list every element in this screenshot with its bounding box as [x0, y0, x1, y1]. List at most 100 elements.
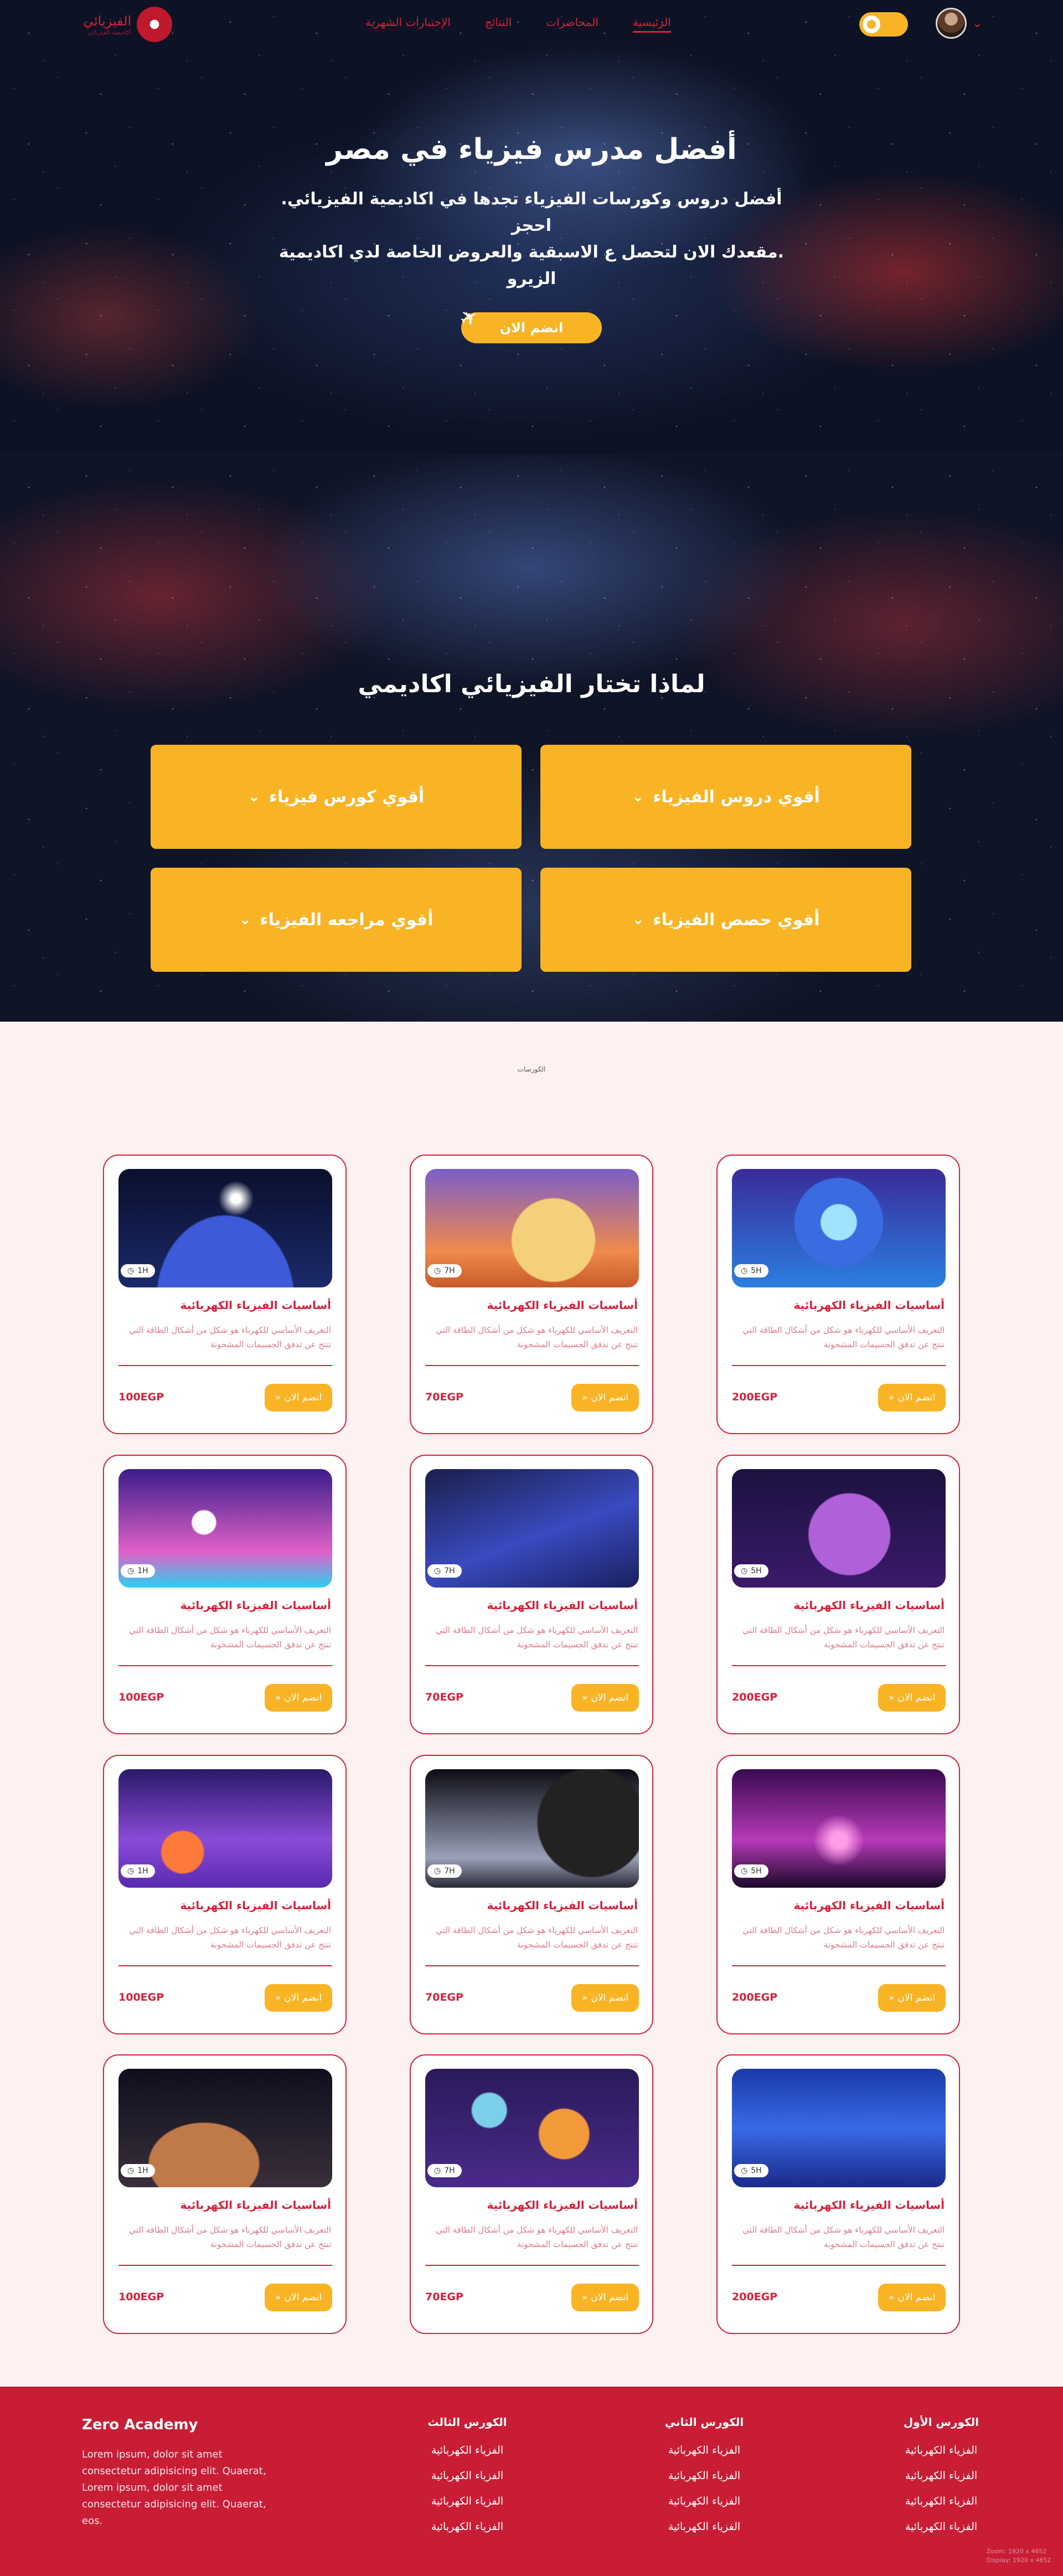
course-card[interactable]: ◷ 7H أساسيات الفيزياء الكهربائية التعريف ال…	[410, 1155, 653, 1434]
duration-text: 5H	[751, 2166, 762, 2175]
duration-text: 1H	[137, 2166, 148, 2175]
footer-link[interactable]: الفزياء الكهربائية	[886, 2521, 997, 2533]
feature-card-lessons[interactable]: أقوي دروس الفيزياء ⌄	[540, 745, 911, 849]
footer-link[interactable]: الفزياء الكهربائية	[412, 2470, 523, 2482]
course-join-button[interactable]: انضم الان «	[878, 1384, 946, 1411]
join-label: انضم الان	[591, 1692, 629, 1703]
course-card[interactable]: ◷ 5H أساسيات الفيزياء الكهربائية التعريف ال…	[716, 1455, 960, 1734]
brand-logo[interactable]: الفيزيائي اكاديمية الفيزيائي	[83, 7, 173, 42]
footer-link[interactable]: الفزياء الكهربائية	[649, 2444, 760, 2456]
feature-card-course[interactable]: أقوي كورس فيزياء ⌄	[151, 745, 522, 849]
footer-link[interactable]: الفزياء الكهربائية	[886, 2444, 997, 2456]
clock-icon: ◷	[127, 1567, 135, 1575]
course-join-button[interactable]: انضم الان «	[878, 1984, 946, 2012]
course-card[interactable]: ◷ 5H أساسيات الفيزياء الكهربائية التعريف ال…	[716, 1155, 960, 1434]
course-card[interactable]: ◷ 1H أساسيات الفيزياء الكهربائية التعريف ال…	[103, 1155, 347, 1434]
divider	[425, 2265, 639, 2266]
course-price: 70EGP	[425, 1991, 463, 2003]
user-menu[interactable]: ⌄	[936, 8, 982, 39]
feature-card-review[interactable]: أقوي مراجعه الفيزياء ⌄	[151, 868, 522, 972]
clock-icon: ◷	[434, 2166, 441, 2175]
join-label: انضم الان	[284, 2292, 322, 2303]
course-description: التعريف الأساسي للكهرباء هو شكل من أشكال…	[436, 1625, 638, 1650]
course-join-button[interactable]: انضم الان «	[265, 1684, 332, 1712]
hero-title: أفضل مدرس فيزياء في مصر	[326, 133, 737, 166]
double-chevron-left-icon: «	[581, 1392, 588, 1403]
theme-toggle[interactable]	[859, 12, 908, 37]
why-title: لماذا تختار الفيزيائي اكاديمي	[358, 670, 705, 698]
join-label: انضم الان	[284, 1692, 322, 1703]
course-description: التعريف الأساسي للكهرباء هو شكل من أشكال…	[742, 1925, 945, 1950]
watermark-line: Zoom: 1920 x 4652	[987, 2548, 1047, 2555]
duration-text: 7H	[444, 1867, 455, 1876]
user-avatar[interactable]	[936, 8, 967, 39]
double-chevron-left-icon: «	[275, 1692, 281, 1703]
hero-content: أفضل مدرس فيزياء في مصر أفضل دروس وكورسا…	[266, 133, 797, 343]
course-card[interactable]: ◷ 5H أساسيات الفيزياء الكهربائية التعريف ال…	[716, 2054, 960, 2334]
course-title: أساسيات الفيزياء الكهربائية	[793, 1599, 945, 1612]
course-price: 100EGP	[118, 1991, 164, 2003]
footer-column-course-3: الكورس الثالث الفزياء الكهربائية الفزياء…	[412, 2415, 523, 2546]
course-card[interactable]: ◷ 7H أساسيات الفيزياء الكهربائية التعريف ال…	[410, 1755, 653, 2034]
nav-link-home[interactable]: الرئيسية	[632, 16, 671, 33]
course-title: أساسيات الفيزياء الكهربائية	[793, 2198, 945, 2212]
double-chevron-left-icon: «	[275, 1992, 281, 2003]
sun-icon	[863, 16, 880, 33]
course-card[interactable]: ◷ 1H أساسيات الفيزياء الكهربائية التعريف ال…	[103, 1755, 347, 2034]
course-join-button[interactable]: انضم الان «	[571, 1684, 639, 1712]
course-join-button[interactable]: انضم الان «	[265, 2284, 332, 2311]
join-label: انضم الان	[591, 2292, 629, 2303]
course-join-button[interactable]: انضم الان «	[878, 2284, 946, 2311]
course-description: التعريف الأساسي للكهرباء هو شكل من أشكال…	[129, 1925, 331, 1950]
double-chevron-left-icon: «	[888, 1992, 895, 2003]
clock-icon: ◷	[741, 1266, 748, 1275]
course-join-button[interactable]: انضم الان «	[878, 1684, 946, 1712]
nav-link-lectures[interactable]: المحاضرات	[546, 16, 598, 33]
course-join-button[interactable]: انضم الان «	[265, 1384, 332, 1411]
course-card[interactable]: ◷ 1H أساسيات الفيزياء الكهربائية التعريف ال…	[103, 2054, 347, 2334]
course-join-button[interactable]: انضم الان «	[571, 2284, 639, 2311]
courses-title: الكورسات	[517, 1065, 546, 1073]
course-card[interactable]: ◷ 5H أساسيات الفيزياء الكهربائية التعريف ال…	[716, 1755, 960, 2034]
feature-label: أقوي دروس الفيزياء	[653, 787, 820, 807]
chevron-down-icon[interactable]: ⌄	[972, 17, 982, 30]
hero-join-button[interactable]: ✈ انضم الان	[455, 303, 602, 343]
course-title: أساسيات الفيزياء الكهربائية	[180, 1599, 331, 1612]
brand-subtitle: اكاديمية الفيزيائي	[87, 28, 132, 36]
divider	[425, 1365, 639, 1366]
divider	[118, 1665, 332, 1666]
footer-link[interactable]: الفزياء الكهربائية	[649, 2521, 760, 2533]
footer-link[interactable]: الفزياء الكهربائية	[649, 2495, 760, 2507]
duration-text: 1H	[137, 1867, 148, 1876]
course-title: أساسيات الفيزياء الكهربائية	[487, 1899, 638, 1912]
footer-about: Zero Academy Lorem ipsum, dolor sit amet…	[82, 2417, 281, 2529]
nav-link-results[interactable]: النتائج	[485, 16, 512, 33]
nav-link-monthly-exams[interactable]: الإختبارات الشهرية	[365, 16, 451, 33]
clock-icon: ◷	[434, 1567, 441, 1575]
course-price: 100EGP	[118, 1391, 164, 1403]
double-chevron-left-icon: «	[581, 1692, 588, 1703]
feature-label: أقوي مراجعه الفيزياء	[260, 910, 434, 930]
footer-link[interactable]: الفزياء الكهربائية	[412, 2521, 523, 2533]
footer-link[interactable]: الفزياء الكهربائية	[412, 2495, 523, 2507]
course-join-button[interactable]: انضم الان «	[571, 1984, 639, 2012]
feature-card-classes[interactable]: أقوي حصص الفيزياء ⌄	[540, 868, 911, 972]
join-label: انضم الان	[897, 2292, 936, 2303]
footer-link[interactable]: الفزياء الكهربائية	[649, 2470, 760, 2482]
footer-link[interactable]: الفزياء الكهربائية	[886, 2495, 997, 2507]
footer-link[interactable]: الفزياء الكهربائية	[412, 2444, 523, 2456]
hero-line-2: .مقعدك الان لتحصل ع الاسبقية والعروض الخ…	[278, 243, 785, 288]
watermark-line: Display: 1920 x 4652	[987, 2557, 1051, 2564]
course-title: أساسيات الفيزياء الكهربائية	[793, 1299, 945, 1312]
rocket-icon: ✈	[455, 302, 483, 333]
course-title: أساسيات الفيزياء الكهربائية	[793, 1899, 945, 1912]
course-join-button[interactable]: انضم الان «	[265, 1984, 332, 2012]
chevrons-down-icon: ⌄	[632, 911, 644, 928]
course-card[interactable]: ◷ 7H أساسيات الفيزياء الكهربائية التعريف ال…	[410, 1455, 653, 1734]
divider	[732, 2265, 946, 2266]
course-description: التعريف الأساسي للكهرباء هو شكل من أشكال…	[129, 2225, 331, 2249]
footer-link[interactable]: الفزياء الكهربائية	[886, 2470, 997, 2482]
course-card[interactable]: ◷ 7H أساسيات الفيزياء الكهربائية التعريف ال…	[410, 2054, 653, 2334]
course-card[interactable]: ◷ 1H أساسيات الفيزياء الكهربائية التعريف ال…	[103, 1455, 347, 1734]
course-join-button[interactable]: انضم الان «	[571, 1384, 639, 1411]
